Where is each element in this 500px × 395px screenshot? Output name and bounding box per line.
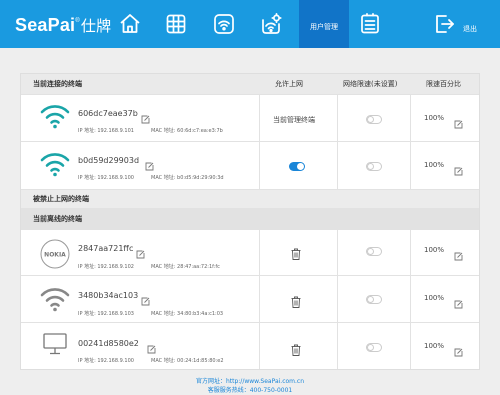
wifi-settings-icon[interactable] [259,12,283,36]
monitor-icon [41,332,69,356]
speed-limit-toggle[interactable] [366,295,382,304]
edit-icon[interactable] [145,156,154,171]
row-divider [21,141,479,142]
delete-icon[interactable] [291,245,301,260]
logout-icon[interactable] [432,12,456,36]
grid-icon[interactable] [164,12,188,36]
limit-percent: 100% [424,161,445,169]
table-header-row [21,74,479,94]
delete-icon[interactable] [291,341,301,356]
column-header-percent: 限速百分比 [426,80,461,88]
wifi-icon [39,102,71,130]
allow-internet-toggle[interactable] [289,162,305,171]
speed-limit-toggle[interactable] [366,343,382,352]
row-divider [21,229,479,230]
device-name: 2847aa721ffc [78,244,134,253]
row-divider [21,94,479,95]
edit-icon[interactable] [136,244,145,259]
speed-limit-toggle[interactable] [366,162,382,171]
row-divider [21,322,479,323]
edit-icon[interactable] [141,109,150,124]
speed-limit-toggle[interactable] [366,115,382,124]
column-header-connected: 当前连接的终端 [33,80,82,88]
edit-icon[interactable] [454,246,463,261]
column-header-allow: 允许上网 [275,80,303,88]
edit-icon[interactable] [454,342,463,357]
device-name: b0d59d29903d [78,156,140,165]
device-table-panel: 当前连接的终端 允许上网 网络限速(未设置) 限速百分比 606dc7eae37… [20,73,480,370]
home-icon[interactable] [118,12,142,36]
offline-section-title: 当前离线的终端 [33,215,82,223]
device-mac: MAC 地址: 34:80:b3:4a:c1:03 [151,311,224,317]
list-icon[interactable] [358,12,382,36]
device-name: 3480b34ac103 [78,291,139,300]
speed-limit-toggle[interactable] [366,247,382,256]
device-ip: IP 地址: 192.168.9.103 [78,311,134,317]
device-mac: MAC 地址: 00:24:1d:85:80:e2 [151,358,224,364]
wifi-gray-icon [39,285,71,313]
wifi-icon [39,150,71,178]
wifi-icon[interactable] [212,12,236,36]
limit-percent: 100% [424,342,445,350]
logout-button[interactable]: 退出 [463,24,477,34]
limit-percent: 100% [424,246,445,254]
device-mac: MAC 地址: 28:47:aa:72:1f:fc [151,264,220,270]
tab-user-management[interactable]: 用户管理 [299,0,349,48]
delete-icon[interactable] [291,293,301,308]
device-ip: IP 地址: 192.168.9.102 [78,264,134,270]
device-name: 606dc7eae37b [78,109,138,118]
footer-website-link[interactable]: 官方网址：http://www.SeaPai.com.cn [0,376,500,385]
edit-icon[interactable] [454,161,463,176]
edit-icon[interactable] [454,114,463,129]
blocked-section-header: 被禁止上网的终端 [21,190,479,208]
row-divider [21,275,479,276]
column-divider [410,229,411,369]
offline-section-header: 当前离线的终端 [21,209,479,229]
device-mac: MAC 地址: b0:d5:9d:29:90:3d [151,175,224,181]
edit-icon[interactable] [147,339,156,354]
limit-percent: 100% [424,294,445,302]
column-divider [337,229,338,369]
column-divider [259,229,260,369]
nokia-icon: NOKIA [40,239,70,269]
edit-icon[interactable] [454,294,463,309]
edit-icon[interactable] [141,291,150,306]
limit-percent: 100% [424,114,445,122]
current-admin-device-label: 当前管理终端 [273,116,315,124]
device-ip: IP 地址: 192.168.9.101 [78,128,134,134]
nokia-icon-label: NOKIA [44,252,66,259]
device-mac: MAC 地址: 60:6d:c7:ea:e3:7b [151,128,223,134]
top-nav-bar: SeaPai®仕牌 用户管理 退出 [0,0,500,48]
device-name: 00241d8580e2 [78,339,139,348]
column-header-limit: 网络限速(未设置) [343,80,398,88]
footer-hotline: 客服服务热线：400-750-0001 [207,387,293,394]
device-ip: IP 地址: 192.168.9.100 [78,175,134,181]
blocked-section-title: 被禁止上网的终端 [33,195,89,203]
tab-user-management-label: 用户管理 [310,23,338,31]
brand-logo: SeaPai®仕牌 [15,15,112,35]
device-ip: IP 地址: 192.168.9.100 [78,358,134,364]
